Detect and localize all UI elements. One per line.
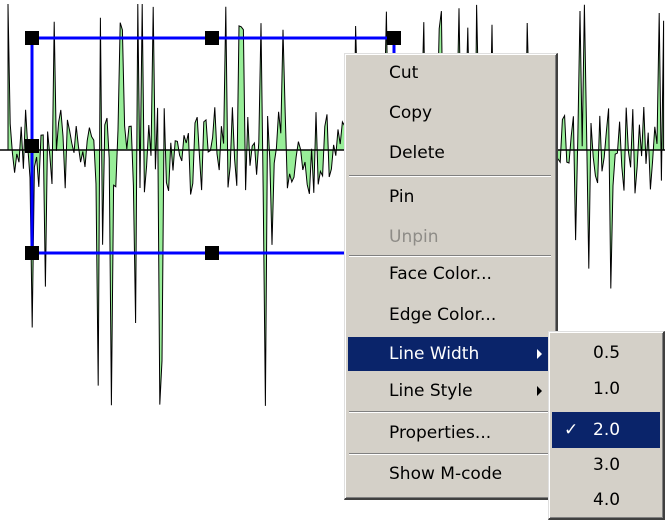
context-menu: Cut Copy Delete Pin Unpin Face Color... … bbox=[344, 53, 558, 500]
submenu-item-label: 4.0 bbox=[593, 490, 621, 510]
menu-item-pin[interactable]: Pin bbox=[348, 180, 552, 214]
selection-handle-icon[interactable] bbox=[387, 31, 401, 45]
submenu-item-label: 3.0 bbox=[593, 455, 621, 475]
menu-separator bbox=[349, 411, 551, 413]
submenu-item-1-0[interactable]: 1.0 bbox=[552, 371, 660, 407]
submenu-item-3-0[interactable]: 3.0 bbox=[552, 447, 660, 483]
submenu-item-label: 0.5 bbox=[593, 343, 621, 363]
submenu-item-0-5[interactable]: 0.5 bbox=[552, 335, 660, 371]
menu-item-label: Copy bbox=[389, 103, 433, 123]
menu-item-label: Line Style bbox=[389, 381, 473, 401]
menu-item-line-width[interactable]: Line Width bbox=[348, 337, 552, 371]
selection-handle-icon[interactable] bbox=[25, 31, 39, 45]
submenu-item-label: 2.0 bbox=[593, 420, 621, 440]
menu-item-copy[interactable]: Copy bbox=[348, 96, 552, 130]
submenu-item-label: 1.0 bbox=[593, 379, 621, 399]
menu-item-label: Pin bbox=[389, 187, 415, 207]
menu-item-label: Line Width bbox=[389, 344, 480, 364]
menu-item-label: Cut bbox=[389, 63, 419, 83]
menu-item-label: Properties... bbox=[389, 423, 492, 443]
submenu-item-2-0[interactable]: ✓ 2.0 bbox=[552, 412, 660, 448]
menu-item-label: Show M-code bbox=[389, 464, 503, 484]
submenu-item-4-0[interactable]: 4.0 bbox=[552, 482, 660, 518]
menu-item-label: Unpin bbox=[389, 227, 439, 247]
menu-item-unpin: Unpin bbox=[348, 220, 552, 254]
menu-item-line-style[interactable]: Line Style bbox=[348, 374, 552, 408]
menu-separator bbox=[349, 453, 551, 455]
selection-handle-icon[interactable] bbox=[205, 246, 219, 260]
submenu-arrow-icon bbox=[537, 386, 542, 396]
menu-item-edge-color[interactable]: Edge Color... bbox=[348, 298, 552, 332]
selection-handle-icon[interactable] bbox=[25, 246, 39, 260]
menu-item-label: Delete bbox=[389, 143, 445, 163]
selection-handle-icon[interactable] bbox=[25, 139, 39, 153]
submenu-arrow-icon bbox=[537, 349, 542, 359]
menu-item-label: Face Color... bbox=[389, 264, 492, 284]
line-width-submenu: 0.5 1.0 ✓ 2.0 3.0 4.0 bbox=[548, 331, 665, 520]
selection-handle-icon[interactable] bbox=[205, 31, 219, 45]
menu-item-label: Edge Color... bbox=[389, 305, 497, 325]
menu-item-delete[interactable]: Delete bbox=[348, 136, 552, 170]
menu-separator bbox=[349, 175, 551, 177]
menu-item-properties[interactable]: Properties... bbox=[348, 416, 552, 450]
checkmark-icon: ✓ bbox=[564, 420, 579, 440]
menu-item-cut[interactable]: Cut bbox=[348, 56, 552, 90]
menu-item-show-m-code[interactable]: Show M-code bbox=[348, 457, 552, 491]
menu-item-face-color[interactable]: Face Color... bbox=[348, 257, 552, 291]
